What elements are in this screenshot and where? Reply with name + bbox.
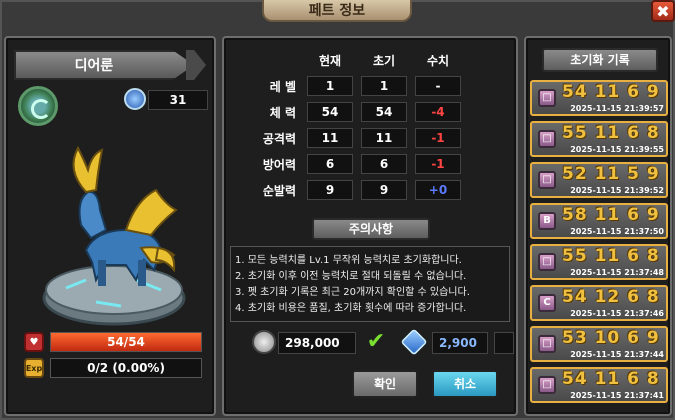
exp-icon: Exp	[24, 358, 44, 378]
cancel-button[interactable]: 취소	[432, 370, 498, 398]
history-item[interactable]: C 54 12 6 8 2025-11-15 21:37:46	[530, 285, 668, 321]
stat-diff-cell: -	[415, 76, 461, 96]
coin-icon	[252, 330, 276, 354]
grade-icon: □	[538, 89, 556, 107]
history-date: 2025-11-15 21:39:52	[570, 186, 664, 195]
history-stats: 52 11 5 9	[562, 164, 660, 184]
notice-line: 2. 초기화 이후 이전 능력치로 절대 되돌릴 수 없습니다.	[235, 271, 467, 282]
reset-panel: 현재 초기 수치 레 벨11-체 력 54 54 -4 공격력 11 11 -1 방어력 6 6 -1…	[222, 36, 518, 416]
stat-diff-cell: -4	[415, 102, 461, 122]
stat-initial-cell: 9	[361, 180, 407, 200]
history-date: 2025-11-15 21:37:41	[570, 391, 664, 400]
grade-icon: □	[538, 376, 556, 394]
history-date: 2025-11-15 21:39:57	[570, 104, 664, 113]
history-stats: 55 11 6 8	[562, 123, 660, 143]
history-stats: 58 11 6 9	[562, 205, 660, 225]
stat-initial-cell: 54	[361, 102, 407, 122]
grade-icon: □	[538, 335, 556, 353]
window-title: 페트 정보	[262, 0, 412, 22]
stat-current-cell: 1	[307, 76, 353, 96]
history-item[interactable]: □ 54 11 6 8 2025-11-15 21:37:41	[530, 367, 668, 403]
history-stats: 55 11 6 8	[562, 246, 660, 266]
close-button[interactable]: ✖	[651, 0, 675, 22]
column-initial: 초기	[372, 54, 396, 68]
stat-diff-cell: +0	[415, 180, 461, 200]
grade-icon: C	[538, 294, 556, 312]
history-panel: 초기화 기록 □ 54 11 6 9 2025-11-15 21:39:57 □ 55 …	[524, 36, 672, 416]
history-stats: 54 11 6 9	[562, 82, 660, 102]
history-item[interactable]: □ 52 11 5 9 2025-11-15 21:39:52	[530, 162, 668, 198]
gold-cost: 298,000	[278, 332, 356, 354]
checkmark-icon[interactable]: ✔	[364, 330, 388, 354]
element-icon	[18, 86, 58, 126]
history-item[interactable]: □ 54 11 6 9 2025-11-15 21:39:57	[530, 80, 668, 116]
notice-line: 3. 펫 초기화 기록은 최근 20개까지 확인할 수 있습니다.	[235, 287, 470, 298]
grade-icon: □	[538, 171, 556, 189]
history-item[interactable]: □ 55 11 6 8 2025-11-15 21:37:48	[530, 244, 668, 280]
stat-diff-cell: -1	[415, 154, 461, 174]
history-item[interactable]: B 58 11 6 9 2025-11-15 21:37:50	[530, 203, 668, 239]
stat-label: 방어력	[262, 158, 296, 172]
hp-bar: 54/54	[50, 332, 202, 352]
exp-row: Exp 0/2 (0.00%)	[24, 358, 202, 378]
notice-title: 주의사항	[312, 218, 430, 240]
history-stats: 53 10 6 9	[562, 328, 660, 348]
stat-initial-cell: 6	[361, 154, 407, 174]
notice-box: 1. 모든 능력치를 Lv.1 무작위 능력치로 초기화합니다. 2. 초기화 …	[230, 246, 510, 322]
grade-icon: B	[538, 212, 556, 230]
stat-diff-cell: -1	[415, 128, 461, 148]
hp-row: ♥ 54/54	[24, 332, 202, 352]
history-item[interactable]: □ 53 10 6 9 2025-11-15 21:37:44	[530, 326, 668, 362]
history-item[interactable]: □ 55 11 6 8 2025-11-15 21:39:55	[530, 121, 668, 157]
gem-cost: 2,900	[432, 332, 488, 354]
history-date: 2025-11-15 21:37:48	[570, 268, 664, 277]
gem-checkbox[interactable]	[494, 332, 514, 354]
stat-initial-cell: 11	[361, 128, 407, 148]
close-icon: ✖	[656, 1, 670, 21]
history-stats: 54 12 6 8	[562, 287, 660, 307]
column-diff: 수치	[426, 54, 450, 68]
stat-current-cell: 6	[307, 154, 353, 174]
pet-name-arrow-icon	[186, 50, 206, 80]
stat-current-cell: 9	[307, 180, 353, 200]
exp-text: 0/2 (0.00%)	[87, 361, 165, 375]
pet-name: 디어룬	[14, 50, 194, 80]
history-stats: 54 11 6 8	[562, 369, 660, 389]
notice-line: 4. 초기화 비용은 품질, 초기화 횟수에 따라 증가합니다.	[235, 303, 467, 314]
stat-current-cell: 54	[307, 102, 353, 122]
grade-icon: □	[538, 253, 556, 271]
level-icon	[124, 88, 146, 110]
stat-label: 순발력	[262, 184, 296, 198]
grade-icon: □	[538, 130, 556, 148]
diamond-icon	[400, 328, 428, 356]
heart-icon: ♥	[24, 332, 44, 352]
stat-label: 체 력	[269, 106, 296, 120]
stat-initial-cell: 1	[361, 76, 407, 96]
history-title: 초기화 기록	[542, 48, 658, 72]
hp-text: 54/54	[107, 335, 145, 349]
stat-current-cell: 11	[307, 128, 353, 148]
pet-level: 31	[148, 90, 208, 110]
history-date: 2025-11-15 21:37:46	[570, 309, 664, 318]
confirm-button[interactable]: 확인	[352, 370, 418, 398]
notice-line: 1. 모든 능력치를 Lv.1 무작위 능력치로 초기화합니다.	[235, 255, 462, 266]
stat-label: 공격력	[262, 132, 296, 146]
history-date: 2025-11-15 21:39:55	[570, 145, 664, 154]
cost-row: 298,000 ✔ 2,900	[252, 328, 514, 356]
column-current: 현재	[318, 54, 342, 68]
history-date: 2025-11-15 21:37:50	[570, 227, 664, 236]
history-date: 2025-11-15 21:37:44	[570, 350, 664, 359]
pet-portrait	[42, 145, 186, 326]
exp-bar: 0/2 (0.00%)	[50, 358, 202, 378]
pet-panel: 디어룬 31 ♥ 54/54 Exp 0/2 (0.00%)	[4, 36, 216, 416]
stat-label: 레 벨	[269, 80, 296, 94]
